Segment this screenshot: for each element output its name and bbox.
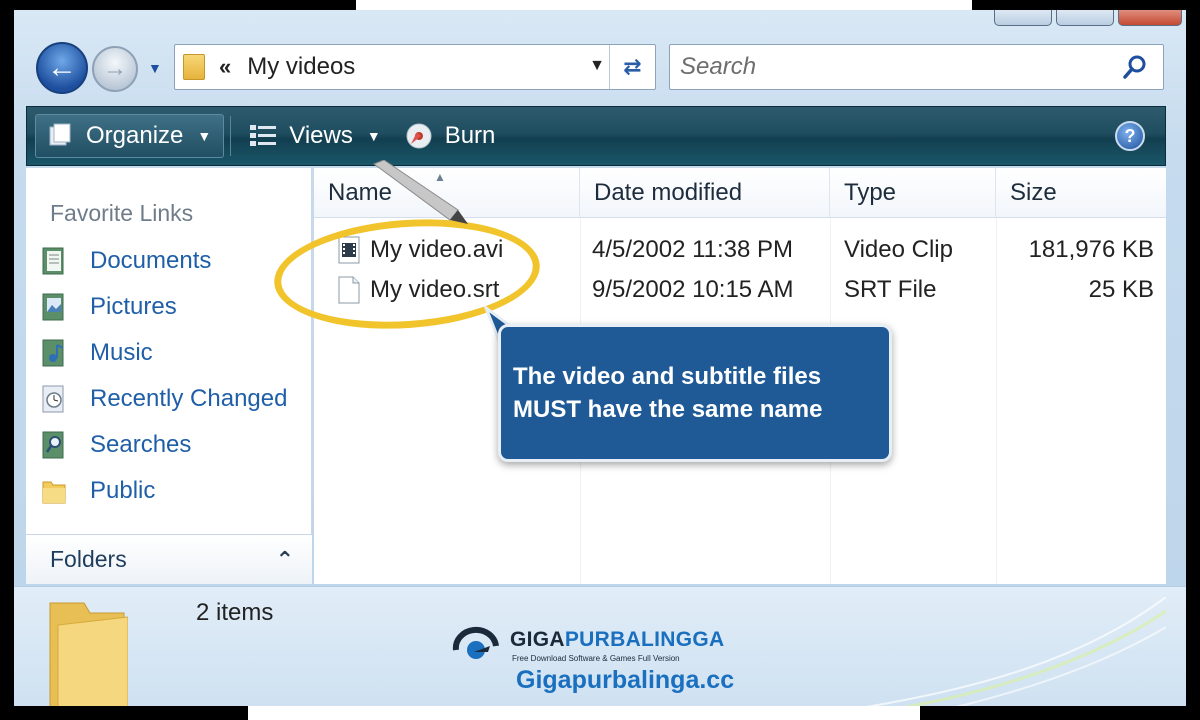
address-bar[interactable]: « My videos ▼ ⇄	[174, 44, 656, 90]
brand-name-part-1: GIGA	[510, 628, 565, 651]
favorite-links-heading: Favorite Links	[50, 200, 194, 226]
explorer-window: ← → ▼ « My videos ▼ ⇄ Organize ▼ Vi	[14, 10, 1186, 706]
column-header-label: Type	[844, 179, 897, 206]
address-dropdown-icon[interactable]: ▼	[589, 57, 605, 75]
favorite-links-list: Documents Pictures Music Recently Change…	[40, 238, 287, 514]
callout-tooltip: The video and subtitle files MUST have t…	[498, 324, 892, 462]
file-type: SRT File	[844, 276, 937, 303]
background-swoosh	[866, 597, 1166, 706]
file-date-modified: 4/5/2002 11:38 PM	[592, 236, 794, 263]
favorite-link-label: Music	[90, 339, 153, 366]
chevron-down-icon: ▼	[197, 128, 212, 144]
column-header-label: Date modified	[594, 179, 743, 206]
help-button[interactable]: ?	[1115, 121, 1145, 151]
music-icon	[40, 338, 68, 368]
favorite-link-documents[interactable]: Documents	[40, 238, 287, 284]
favorite-link-music[interactable]: Music	[40, 330, 287, 376]
folders-toggle[interactable]: Folders ⌃	[26, 534, 312, 584]
refresh-icon: ⇄	[623, 54, 642, 79]
recent-pages-dropdown[interactable]: ▼	[148, 60, 162, 76]
recently-changed-icon	[40, 384, 68, 414]
pictures-icon	[40, 292, 68, 322]
column-header-size[interactable]: Size	[996, 168, 1166, 218]
documents-icon	[40, 246, 68, 276]
breadcrumb-current[interactable]: My videos	[247, 53, 355, 81]
folder-icon	[49, 602, 128, 706]
file-size: 25 KB	[1088, 276, 1154, 303]
favorite-link-searches[interactable]: Searches	[40, 422, 287, 468]
close-button[interactable]	[1118, 10, 1182, 26]
burn-label: Burn	[444, 122, 496, 149]
favorite-link-label: Public	[90, 477, 156, 504]
breadcrumb-overflow[interactable]: «	[219, 54, 231, 80]
organize-icon	[48, 123, 74, 149]
favorite-link-label: Searches	[90, 431, 192, 458]
brand-logo-icon	[452, 626, 499, 659]
favorite-link-public[interactable]: Public	[40, 468, 287, 514]
organize-button[interactable]: Organize ▼	[35, 114, 225, 158]
column-header-type[interactable]: Type	[830, 168, 996, 218]
back-arrow-icon: ←	[47, 51, 77, 84]
file-type: Video Clip	[844, 236, 953, 263]
favorite-link-label: Documents	[90, 247, 212, 274]
watermark: GIGAPURBALINGGA Free Download Software &…	[450, 616, 770, 706]
column-header-label: Size	[1010, 179, 1057, 206]
minimize-button[interactable]	[994, 10, 1052, 26]
maximize-button[interactable]	[1056, 10, 1114, 26]
letterbox-bottom	[248, 706, 920, 720]
public-folder-icon	[40, 476, 68, 506]
search-icon[interactable]	[1121, 53, 1149, 81]
brand-name-part-2: PURBALINGGA	[564, 628, 725, 651]
forward-arrow-icon: →	[103, 55, 127, 82]
views-label: Views	[289, 122, 353, 149]
searches-icon	[40, 430, 68, 460]
search-input[interactable]	[670, 45, 1090, 89]
help-icon: ?	[1124, 125, 1136, 146]
favorite-link-pictures[interactable]: Pictures	[40, 284, 287, 330]
column-header-date-modified[interactable]: Date modified	[580, 168, 830, 218]
favorite-link-recently-changed[interactable]: Recently Changed	[40, 376, 287, 422]
callout-line-2: MUST have the same name	[513, 396, 823, 423]
forward-button[interactable]: →	[92, 46, 138, 92]
favorite-link-label: Pictures	[90, 293, 177, 320]
navigation-pane: Favorite Links Documents Pictures Music …	[26, 168, 312, 584]
command-bar: Organize ▼ Views ▼ Burn ?	[26, 106, 1166, 166]
favorite-link-label: Recently Changed	[90, 385, 288, 412]
organize-label: Organize	[86, 122, 184, 149]
search-box[interactable]	[669, 44, 1164, 90]
caption-buttons	[994, 10, 1182, 26]
burn-button[interactable]: Burn	[393, 114, 508, 158]
chevron-up-icon[interactable]: ⌃	[276, 547, 294, 573]
views-button[interactable]: Views ▼	[237, 114, 392, 158]
burn-disc-icon	[405, 122, 433, 150]
file-size: 181,976 KB	[1028, 236, 1154, 263]
refresh-button[interactable]: ⇄	[609, 45, 655, 89]
file-date-modified: 9/5/2002 10:15 AM	[592, 276, 794, 303]
views-icon	[249, 123, 277, 149]
back-button[interactable]: ←	[36, 42, 88, 94]
pen-icon	[372, 160, 468, 224]
folder-icon	[183, 54, 205, 80]
folders-label: Folders	[50, 546, 127, 572]
item-count: 2 items	[196, 599, 274, 626]
chevron-down-icon: ▼	[366, 128, 381, 144]
toolbar-separator	[230, 116, 232, 156]
brand-tagline: Free Download Software & Games Full Vers…	[512, 654, 680, 663]
callout-line-1: The video and subtitle files	[513, 363, 822, 390]
brand-url: Gigapurbalinga.cc	[516, 666, 735, 694]
brand-name: GIGAPURBALINGGA	[510, 628, 725, 652]
